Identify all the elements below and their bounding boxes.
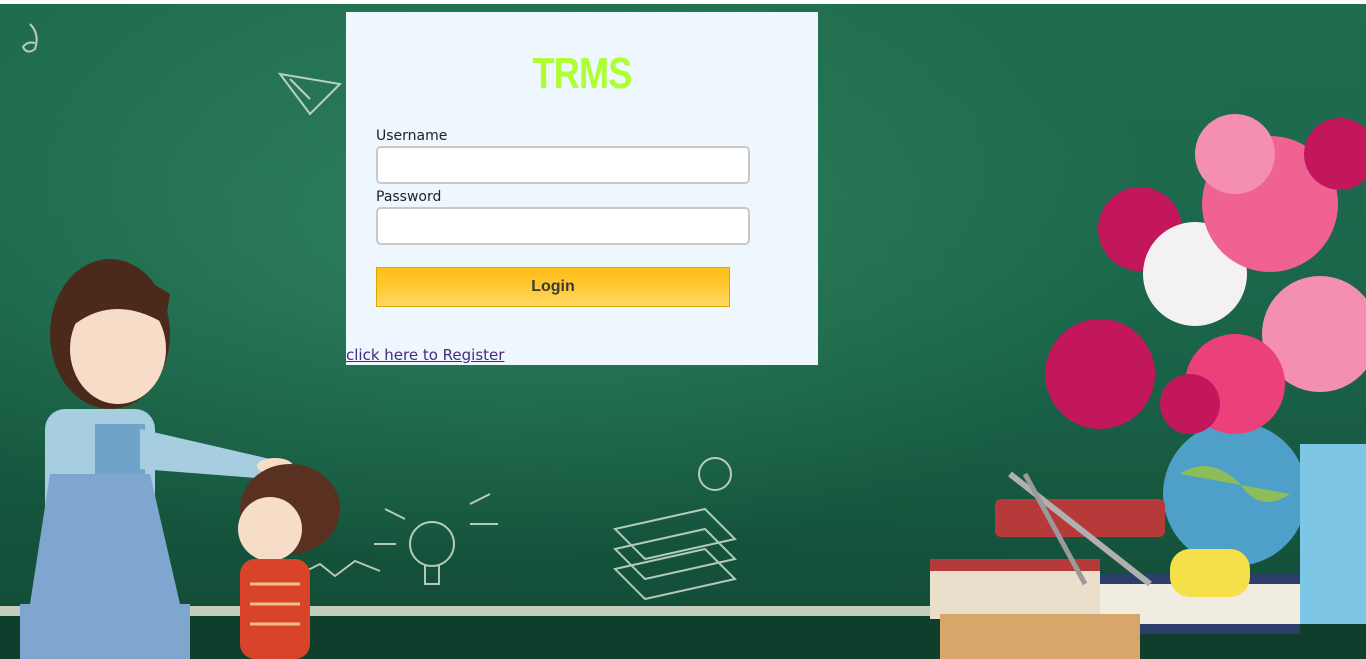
- register-link[interactable]: click here to Register: [346, 346, 504, 364]
- password-input[interactable]: [376, 207, 750, 245]
- app-title: TRMS: [532, 49, 633, 98]
- login-page: TRMS Username Password Login click here …: [0, 0, 1366, 659]
- password-label: Password: [376, 189, 442, 205]
- login-button[interactable]: Login: [376, 267, 730, 307]
- flowers-vase-illustration: [1045, 114, 1366, 624]
- login-card: TRMS Username Password Login click here …: [346, 12, 818, 365]
- username-input[interactable]: [376, 146, 750, 184]
- username-label: Username: [376, 128, 448, 144]
